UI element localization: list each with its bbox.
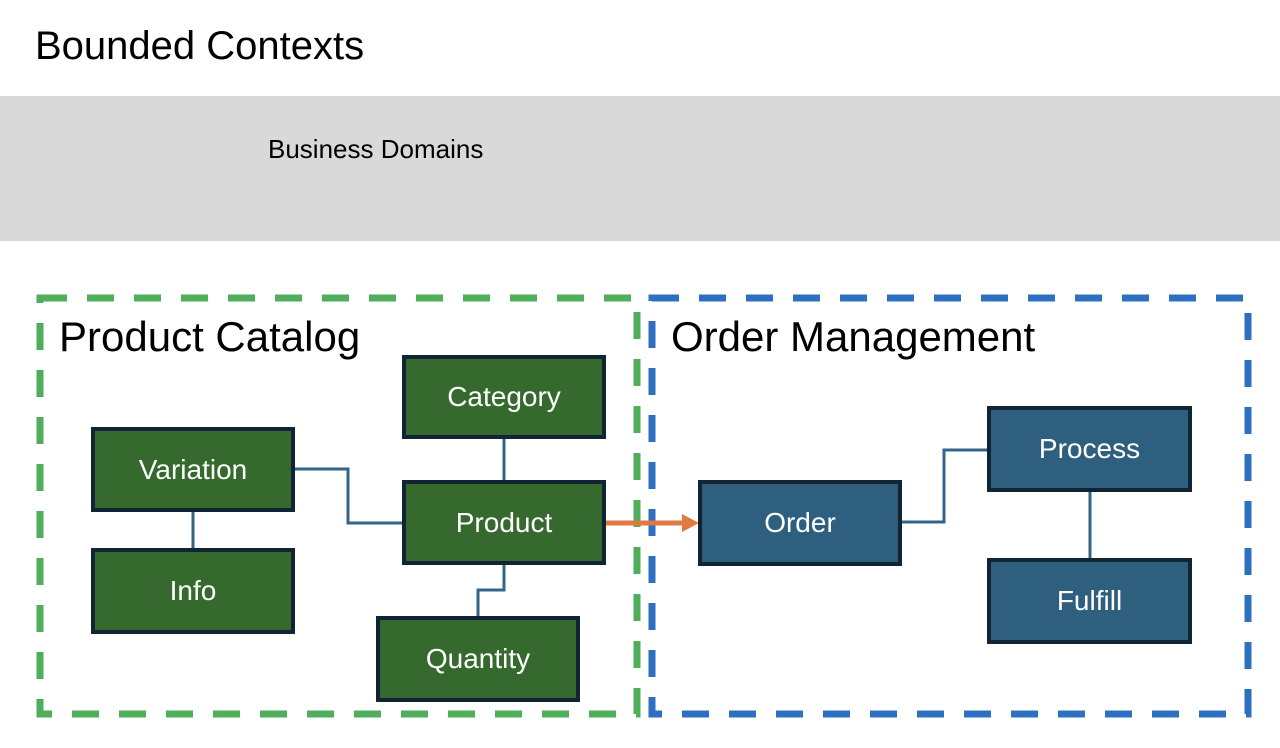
node-info[interactable]: Info — [91, 548, 295, 634]
edge-product-quantity — [476, 564, 506, 618]
node-fulfill[interactable]: Fulfill — [987, 558, 1192, 644]
edge-order-process — [900, 448, 989, 524]
node-quantity-label: Quantity — [425, 643, 531, 674]
node-category[interactable]: Category — [402, 355, 606, 439]
context-title-product-catalog: Product Catalog — [59, 313, 361, 360]
context-title-order-management: Order Management — [671, 313, 1036, 360]
node-quantity[interactable]: Quantity — [376, 616, 580, 702]
node-variation-label: Variation — [138, 453, 248, 485]
node-variation[interactable]: Variation — [91, 427, 295, 512]
node-order[interactable]: Order — [698, 480, 902, 566]
node-category-label: Category — [447, 381, 561, 412]
node-process-label: Process — [1038, 433, 1141, 464]
edge-variation-product — [293, 467, 404, 525]
arrow-product-order-head — [682, 514, 699, 532]
node-info-label: Info — [169, 575, 217, 606]
node-order-label: Order — [764, 507, 836, 538]
node-product[interactable]: Product — [402, 480, 606, 565]
node-product-label: Product — [455, 506, 553, 538]
node-process[interactable]: Process — [987, 406, 1192, 492]
node-fulfill-label: Fulfill — [1056, 585, 1123, 616]
